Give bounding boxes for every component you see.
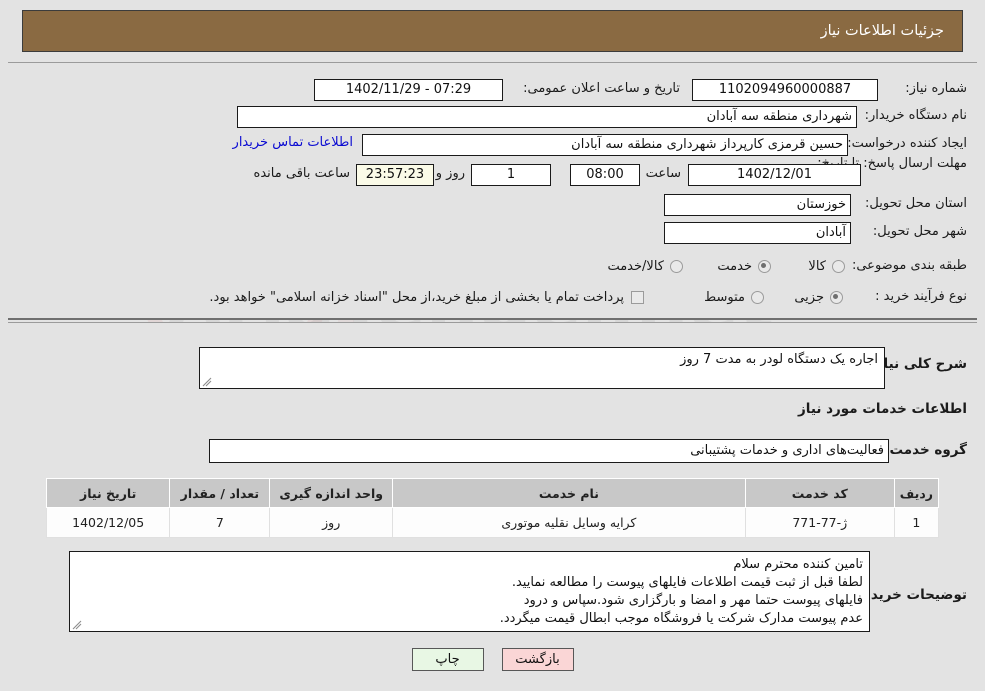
service-group-value: فعالیت‌های اداری و خدمات پشتیبانی: [209, 439, 889, 463]
column-header-date: تاریخ نیاز: [45, 478, 171, 508]
category-option-khedmat[interactable]: خدمت: [717, 259, 771, 274]
resize-handle-icon[interactable]: [72, 620, 82, 630]
buyer-note-line: عدم پیوست مدارک شرکت یا فروشگاه موجب ابط…: [499, 611, 863, 626]
buyer-note-line: فایلهای پیوست حتما مهر و امضا و بارگزاری…: [523, 593, 863, 608]
buyer-org-label: نام دستگاه خریدار:: [864, 108, 967, 123]
table-row: 1 ژ-77-771 کرایه وسایل نقلیه موتوری روز …: [45, 507, 940, 538]
footer-button-row: بازگشت چاپ: [0, 648, 985, 671]
radio-icon[interactable]: [758, 260, 771, 273]
need-info-panel: شماره نیاز: 1102094960000887 تاریخ و ساع…: [8, 62, 977, 320]
radio-icon[interactable]: [751, 291, 764, 304]
buyer-notes-label: توضیحات خریدار:: [853, 587, 967, 603]
table-header-row: ردیف کد خدمت نام خدمت واحد اندازه گیری ت…: [45, 478, 940, 508]
print-button[interactable]: چاپ: [411, 648, 484, 671]
services-section-title: اطلاعات خدمات مورد نیاز: [797, 401, 967, 417]
province-value: خوزستان: [664, 194, 851, 216]
back-button[interactable]: بازگشت: [501, 648, 574, 671]
service-group-label: گروه خدمت:: [884, 442, 967, 458]
buyer-note-line: تامین کننده محترم سلام: [733, 557, 863, 572]
resize-handle-icon[interactable]: [202, 377, 212, 387]
province-label: استان محل تحویل:: [865, 196, 967, 211]
buyer-note-line: لطفا قبل از ثبت قیمت اطلاعات فایلهای پیو…: [511, 575, 863, 590]
column-header-unit: واحد اندازه گیری: [269, 478, 394, 508]
column-header-name: نام خدمت: [392, 478, 746, 508]
deadline-time-value: 08:00: [570, 164, 640, 186]
creator-label: ایجاد کننده درخواست:: [847, 136, 967, 151]
radio-icon[interactable]: [832, 260, 845, 273]
buyer-contact-link[interactable]: اطلاعات تماس خریدار: [233, 135, 353, 150]
buyer-notes-textarea[interactable]: تامین کننده محترم سلام لطفا قبل از ثبت ق…: [69, 551, 870, 632]
radio-icon[interactable]: [830, 291, 843, 304]
deadline-date-value: 1402/12/01: [688, 164, 861, 186]
checkbox-icon[interactable]: [631, 291, 644, 304]
creator-value: حسین قرمزی کارپرداز شهرداری منطقه سه آبا…: [362, 134, 848, 156]
cell-row-no: 1: [893, 507, 940, 538]
cell-date: 1402/12/05: [45, 507, 171, 538]
cell-unit: روز: [269, 507, 394, 538]
category-label: طبقه بندی موضوعی:: [851, 258, 967, 273]
window-title-bar: جزئیات اطلاعات نیاز: [22, 10, 963, 52]
countdown-label: ساعت باقی مانده: [253, 166, 350, 181]
summary-textarea[interactable]: اجاره یک دستگاه لودر به مدت 7 روز: [199, 347, 885, 389]
category-option-kala-khedmat[interactable]: کالا/خدمت: [607, 259, 683, 274]
countdown-timer-value: 23:57:23: [356, 164, 434, 186]
announce-datetime-label: تاریخ و ساعت اعلان عمومی:: [523, 81, 680, 96]
days-remaining-label: روز و: [435, 166, 465, 181]
treasury-note-text: پرداخت تمام یا بخشی از مبلغ خرید،از محل …: [209, 290, 624, 305]
cell-quantity: 7: [169, 507, 271, 538]
column-header-quantity: تعداد / مقدار: [169, 478, 271, 508]
days-remaining-value: 1: [471, 164, 551, 186]
process-label: نوع فرآیند خرید :: [875, 289, 967, 304]
services-table: ردیف کد خدمت نام خدمت واحد اندازه گیری ت…: [45, 478, 940, 538]
announce-datetime-value: 07:29 - 1402/11/29: [314, 79, 503, 101]
process-option-motavasset[interactable]: متوسط: [704, 290, 764, 305]
treasury-bond-option[interactable]: پرداخت تمام یا بخشی از مبلغ خرید،از محل …: [209, 290, 644, 305]
radio-icon[interactable]: [670, 260, 683, 273]
deadline-hour-label: ساعت: [645, 166, 681, 181]
cell-code: ژ-77-771: [744, 507, 895, 538]
need-number-value: 1102094960000887: [692, 79, 878, 101]
buyer-org-value: شهرداری منطقه سه آبادان: [237, 106, 857, 128]
cell-name: کرایه وسایل نقلیه موتوری: [392, 507, 746, 538]
process-option-jozei[interactable]: جزیی: [794, 290, 843, 305]
category-option-kala[interactable]: کالا: [808, 259, 845, 274]
summary-text: اجاره یک دستگاه لودر به مدت 7 روز: [680, 352, 878, 367]
page-title: جزئیات اطلاعات نیاز: [820, 23, 944, 39]
city-value: آبادان: [664, 222, 851, 244]
need-number-label: شماره نیاز:: [905, 81, 967, 96]
column-header-code: کد خدمت: [744, 478, 895, 508]
column-header-row-no: ردیف: [893, 478, 940, 508]
city-label: شهر محل تحویل:: [872, 224, 967, 239]
